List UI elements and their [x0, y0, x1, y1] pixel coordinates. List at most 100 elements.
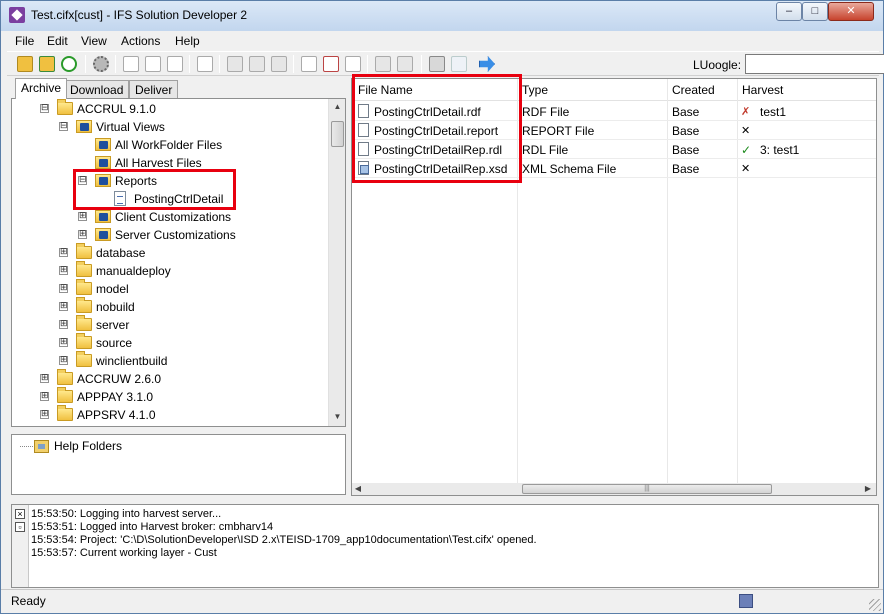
arrow-right-icon[interactable]	[271, 56, 287, 72]
column-created[interactable]: Created	[672, 83, 715, 97]
blank-page-icon[interactable]	[123, 56, 139, 72]
created-cell: Base	[672, 162, 700, 176]
arrow-left-icon[interactable]	[451, 56, 467, 72]
close-log-icon[interactable]: ×	[15, 509, 25, 519]
expand-icon[interactable]: ⊞	[59, 248, 68, 257]
menu-view[interactable]: View	[81, 34, 107, 48]
scroll-up-icon[interactable]: ▲	[331, 100, 344, 114]
open-folder-green-icon[interactable]	[39, 56, 55, 72]
status-text: Ready	[11, 594, 46, 608]
table-row[interactable]: PostingCtrlDetailRep.rdl RDL File Base ✓ 3: …	[352, 140, 876, 159]
expand-icon[interactable]: ⊞	[59, 338, 68, 347]
table-row[interactable]: PostingCtrlDetailRep.xsd XML Schema File B…	[352, 159, 876, 178]
harvest-status-icon: ✓	[741, 143, 752, 157]
calculator-icon[interactable]	[429, 56, 445, 72]
tab-download[interactable]: Download	[64, 80, 130, 99]
table-row[interactable]: PostingCtrlDetail.report REPORT File Base ✕	[352, 121, 876, 140]
help-folders-item[interactable]: Help Folders	[54, 439, 122, 453]
column-type[interactable]: Type	[522, 83, 548, 97]
expand-icon[interactable]: ⊞	[59, 266, 68, 275]
folder-icon	[76, 279, 92, 295]
tree-item-label: All Harvest Files	[115, 156, 202, 170]
resize-grip[interactable]	[869, 599, 881, 611]
page-icon[interactable]	[301, 56, 317, 72]
restore-log-icon[interactable]: ▫	[15, 522, 25, 532]
scroll-down-icon[interactable]: ▼	[331, 410, 344, 424]
scrollbar-thumb[interactable]	[331, 121, 344, 147]
grid-horizontal-scrollbar[interactable]: ◀ ||| ▶	[352, 483, 876, 495]
pages-icon[interactable]	[375, 56, 391, 72]
tree-vertical-scrollbar[interactable]: ▲ ▼	[328, 99, 345, 426]
page-icon[interactable]	[345, 56, 361, 72]
menu-bar: File Edit View Actions Help	[7, 31, 879, 51]
pen-icon[interactable]	[197, 56, 213, 72]
created-cell: Base	[672, 105, 700, 119]
search-input[interactable]	[745, 54, 884, 74]
close-button[interactable]: ✕	[828, 2, 874, 21]
main-window: Test.cifx[cust] - IFS Solution Developer…	[0, 0, 884, 614]
grid-header: File Name Type Created Harvest	[352, 79, 876, 101]
expand-icon[interactable]: ⊞	[40, 374, 49, 383]
table-row[interactable]: PostingCtrlDetail.rdf RDF File Base ✗ test1	[352, 102, 876, 121]
expand-icon[interactable]: ⊞	[59, 320, 68, 329]
open-folder-icon[interactable]	[17, 56, 33, 72]
pages-icon[interactable]	[397, 56, 413, 72]
expand-icon[interactable]: ⊞	[59, 356, 68, 365]
view-icon	[95, 174, 111, 187]
menu-file[interactable]: File	[15, 34, 34, 48]
expand-icon[interactable]: ⊞	[78, 212, 87, 221]
doc-icon	[114, 191, 126, 206]
file-type-cell: RDF File	[522, 105, 570, 119]
toolbar-separator	[85, 55, 86, 73]
arrow-right-blue-icon[interactable]	[479, 56, 495, 72]
settings-icon[interactable]	[93, 56, 109, 72]
folder-icon	[57, 405, 73, 421]
help-folders-panel: Help Folders	[11, 434, 346, 495]
tab-archive[interactable]: Archive	[15, 78, 68, 99]
arrow-right-icon[interactable]	[249, 56, 265, 72]
menu-actions[interactable]: Actions	[121, 34, 160, 48]
expand-icon[interactable]: ⊞	[40, 410, 49, 419]
tab-deliver[interactable]: Deliver	[129, 80, 179, 99]
title-bar[interactable]: Test.cifx[cust] - IFS Solution Developer…	[1, 1, 883, 31]
expand-icon[interactable]: ⊞	[59, 302, 68, 311]
log-line: 15:53:51: Logged into Harvest broker: cm…	[31, 521, 274, 533]
expand-icon[interactable]: ⊞	[59, 284, 68, 293]
expand-icon[interactable]: ⊞	[40, 392, 49, 401]
archive-tree[interactable]: ⊟ ACCRUL 9.1.0 ⊟ Virtual Views All WorkFolde…	[11, 98, 346, 427]
maximize-button[interactable]: □	[802, 2, 828, 21]
view-icon	[95, 156, 111, 169]
toolbar-separator	[293, 55, 294, 73]
tree-item-label: APPPAY 3.1.0	[77, 390, 154, 404]
collapse-icon[interactable]: ⊟	[59, 122, 68, 131]
files-grid: File Name Type Created Harvest PostingCt…	[351, 74, 877, 496]
column-harvest[interactable]: Harvest	[742, 83, 783, 97]
refresh-icon[interactable]	[61, 56, 77, 72]
tree-item-label: Server Customizations	[115, 228, 236, 242]
file-name-cell: PostingCtrlDetailRep.xsd	[374, 162, 508, 176]
expand-icon[interactable]: ⊞	[78, 230, 87, 239]
column-file-name[interactable]: File Name	[358, 83, 413, 97]
harvest-status-icon: ✕	[741, 163, 751, 175]
menu-help[interactable]: Help	[175, 34, 200, 48]
arrow-right-icon[interactable]	[227, 56, 243, 72]
edit-page-icon[interactable]	[145, 56, 161, 72]
minimize-button[interactable]: –	[776, 2, 802, 21]
tree-item-label: source	[96, 336, 133, 350]
scrollbar-thumb[interactable]: |||	[522, 484, 772, 494]
tree-item-label: Virtual Views	[96, 120, 165, 134]
collapse-icon[interactable]: ⊟	[40, 104, 49, 113]
file-name-cell: PostingCtrlDetailRep.rdl	[374, 143, 503, 157]
menu-edit[interactable]: Edit	[47, 34, 68, 48]
scroll-right-icon[interactable]: ▶	[862, 483, 874, 495]
page-up-icon[interactable]	[323, 56, 339, 72]
xsd-file-icon	[358, 161, 369, 175]
folder-icon	[76, 297, 92, 313]
created-cell: Base	[672, 124, 700, 138]
tree-item-label: model	[96, 282, 129, 296]
pen-icon[interactable]	[167, 56, 183, 72]
scroll-left-icon[interactable]: ◀	[352, 483, 364, 495]
window-title: Test.cifx[cust] - IFS Solution Developer…	[31, 8, 248, 22]
collapse-icon[interactable]: ⊟	[78, 176, 87, 185]
harvest-status-icon: ✕	[741, 125, 751, 137]
